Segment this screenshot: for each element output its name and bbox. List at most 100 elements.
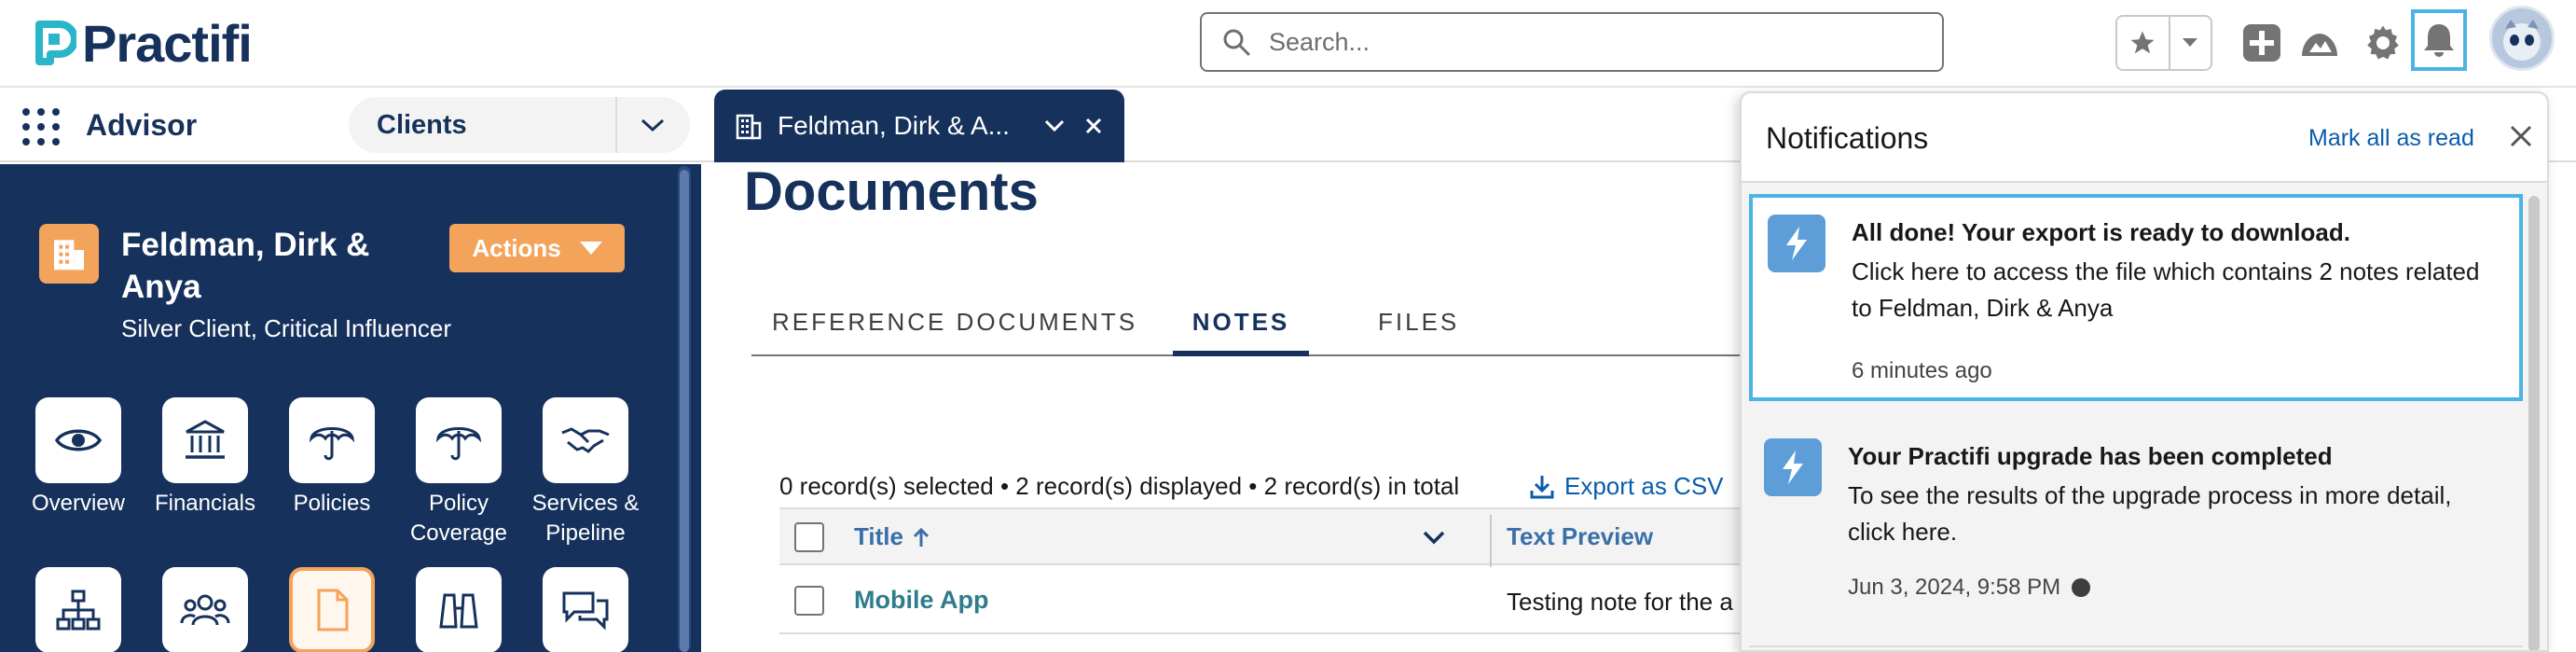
global-actions-button[interactable] xyxy=(2238,19,2286,67)
column-header-title[interactable]: Title xyxy=(854,522,931,551)
user-avatar[interactable] xyxy=(2489,6,2555,71)
unread-indicator xyxy=(2072,578,2091,597)
document-subtabs: REFERENCE DOCUMENTS NOTES FILES xyxy=(751,302,1740,356)
caret-down-icon xyxy=(579,242,602,255)
tile-policy-coverage[interactable] xyxy=(416,397,502,483)
chevron-down-icon xyxy=(1044,119,1065,132)
export-csv-link[interactable]: Export as CSV xyxy=(1529,472,1724,501)
tile-label: Overview xyxy=(31,491,126,516)
practifi-logo[interactable]: Practifi xyxy=(34,13,253,73)
object-selector-label: Clients xyxy=(377,109,467,140)
notification-time: 6 minutes ago xyxy=(1852,358,1992,384)
mark-all-read-link[interactable]: Mark all as read xyxy=(2308,125,2474,152)
bank-icon xyxy=(186,420,225,459)
bell-icon xyxy=(2424,24,2454,57)
chevron-down-icon[interactable] xyxy=(1421,524,1447,550)
arrow-up-icon xyxy=(913,527,930,547)
eye-icon xyxy=(55,429,102,451)
export-label: Export as CSV xyxy=(1564,472,1724,500)
tile-financials[interactable] xyxy=(162,397,248,483)
binoculars-icon xyxy=(439,593,478,629)
object-selector-dropdown[interactable] xyxy=(615,97,688,153)
setup-button[interactable] xyxy=(2359,19,2407,67)
download-icon xyxy=(1530,475,1554,498)
chevron-down-icon xyxy=(2183,38,2198,47)
logo-text: Practifi xyxy=(82,13,253,73)
tab-reference-documents[interactable]: REFERENCE DOCUMENTS xyxy=(772,308,1137,356)
notification-item[interactable]: Your Practifi upgrade has been completed… xyxy=(1749,414,2523,647)
close-icon[interactable] xyxy=(2504,119,2538,153)
notification-body: To see the results of the upgrade proces… xyxy=(1848,481,2452,546)
tile-members[interactable] xyxy=(162,567,248,652)
tab-feldman[interactable]: Feldman, Dirk & A... xyxy=(714,90,1124,162)
tile-overview[interactable] xyxy=(35,397,121,483)
favorite-button[interactable] xyxy=(2117,17,2170,69)
practifi-logo-icon xyxy=(35,21,76,65)
tile-documents[interactable] xyxy=(289,567,375,652)
plus-icon xyxy=(2243,24,2280,62)
notifications-scrollbar[interactable] xyxy=(2528,196,2540,650)
trailhead-icon xyxy=(2302,34,2337,56)
notification-time: Jun 3, 2024, 9:58 PM xyxy=(1848,575,2091,601)
row-text-preview: Testing note for the a xyxy=(1507,588,1733,616)
object-selector[interactable]: Clients xyxy=(349,97,690,153)
client-avatar xyxy=(39,224,99,284)
notification-timestamp: 6 minutes ago xyxy=(1852,358,1992,383)
gear-icon xyxy=(2367,25,2399,60)
close-icon xyxy=(1085,118,1102,134)
lightning-icon xyxy=(1786,227,1807,260)
notifications-panel: Notifications Mark all as read All done!… xyxy=(1740,91,2549,652)
umbrella-icon xyxy=(309,427,355,461)
search-input[interactable] xyxy=(1269,27,1922,57)
tile-policies[interactable] xyxy=(289,397,375,483)
tile-interactions[interactable] xyxy=(543,567,628,652)
tab-notes[interactable]: NOTES xyxy=(1173,308,1309,356)
global-header: Practifi xyxy=(0,0,2576,88)
search-icon xyxy=(1223,29,1250,56)
select-all-checkbox[interactable] xyxy=(794,522,824,552)
column-title-label: Title xyxy=(854,522,903,550)
page-title: Documents xyxy=(744,161,1039,222)
umbrella-icon xyxy=(435,427,482,461)
notifications-button[interactable] xyxy=(2411,9,2467,71)
notification-body: Click here to access the file which cont… xyxy=(1852,257,2480,322)
favorites-dropdown-button[interactable] xyxy=(2170,17,2211,69)
notifications-title: Notifications xyxy=(1766,121,1929,155)
tile-label: Policy Coverage xyxy=(409,491,508,546)
hierarchy-icon xyxy=(56,590,101,631)
notifications-header: Notifications Mark all as read xyxy=(1742,93,2547,183)
chevron-down-icon xyxy=(641,118,665,132)
handshake-icon xyxy=(561,427,610,453)
lightning-icon xyxy=(1783,451,1803,484)
tab-close-button[interactable] xyxy=(1074,106,1113,146)
sidebar-scrollbar-thumb[interactable] xyxy=(680,170,689,652)
row-checkbox[interactable] xyxy=(794,586,824,616)
notification-heading: All done! Your export is ready to downlo… xyxy=(1852,218,2350,246)
column-divider[interactable] xyxy=(1490,515,1492,569)
trailhead-button[interactable] xyxy=(2295,19,2344,67)
client-name: Feldman, Dirk & Anya xyxy=(121,227,370,305)
tile-services-pipeline[interactable] xyxy=(543,397,628,483)
tile-label: Policies xyxy=(293,491,371,516)
tile-label: Financials xyxy=(154,491,256,516)
tab-menu-button[interactable] xyxy=(1035,106,1074,146)
client-subtitle: Silver Client, Critical Influencer xyxy=(121,314,452,342)
tile-relationships[interactable] xyxy=(35,567,121,652)
actions-button[interactable]: Actions xyxy=(449,224,625,272)
record-count-info: 0 record(s) selected • 2 record(s) displ… xyxy=(779,472,1460,500)
notification-item[interactable]: All done! Your export is ready to downlo… xyxy=(1749,194,2523,401)
notification-timestamp: Jun 3, 2024, 9:58 PM xyxy=(1848,575,2061,600)
column-header-text-preview[interactable]: Text Preview xyxy=(1507,522,1653,551)
global-search[interactable] xyxy=(1200,12,1944,72)
row-title-link[interactable]: Mobile App xyxy=(854,586,988,615)
app-launcher-icon[interactable] xyxy=(21,106,62,147)
document-icon xyxy=(317,589,349,631)
people-icon xyxy=(180,594,230,626)
tile-label: Services & Pipeline xyxy=(531,491,640,546)
table-header: Title Text Preview xyxy=(779,507,1740,569)
app-name: Advisor xyxy=(86,108,198,142)
tile-reviews[interactable] xyxy=(416,567,502,652)
astro-avatar-icon xyxy=(2503,20,2541,61)
tab-files[interactable]: FILES xyxy=(1378,308,1459,356)
chat-icon xyxy=(562,591,609,631)
